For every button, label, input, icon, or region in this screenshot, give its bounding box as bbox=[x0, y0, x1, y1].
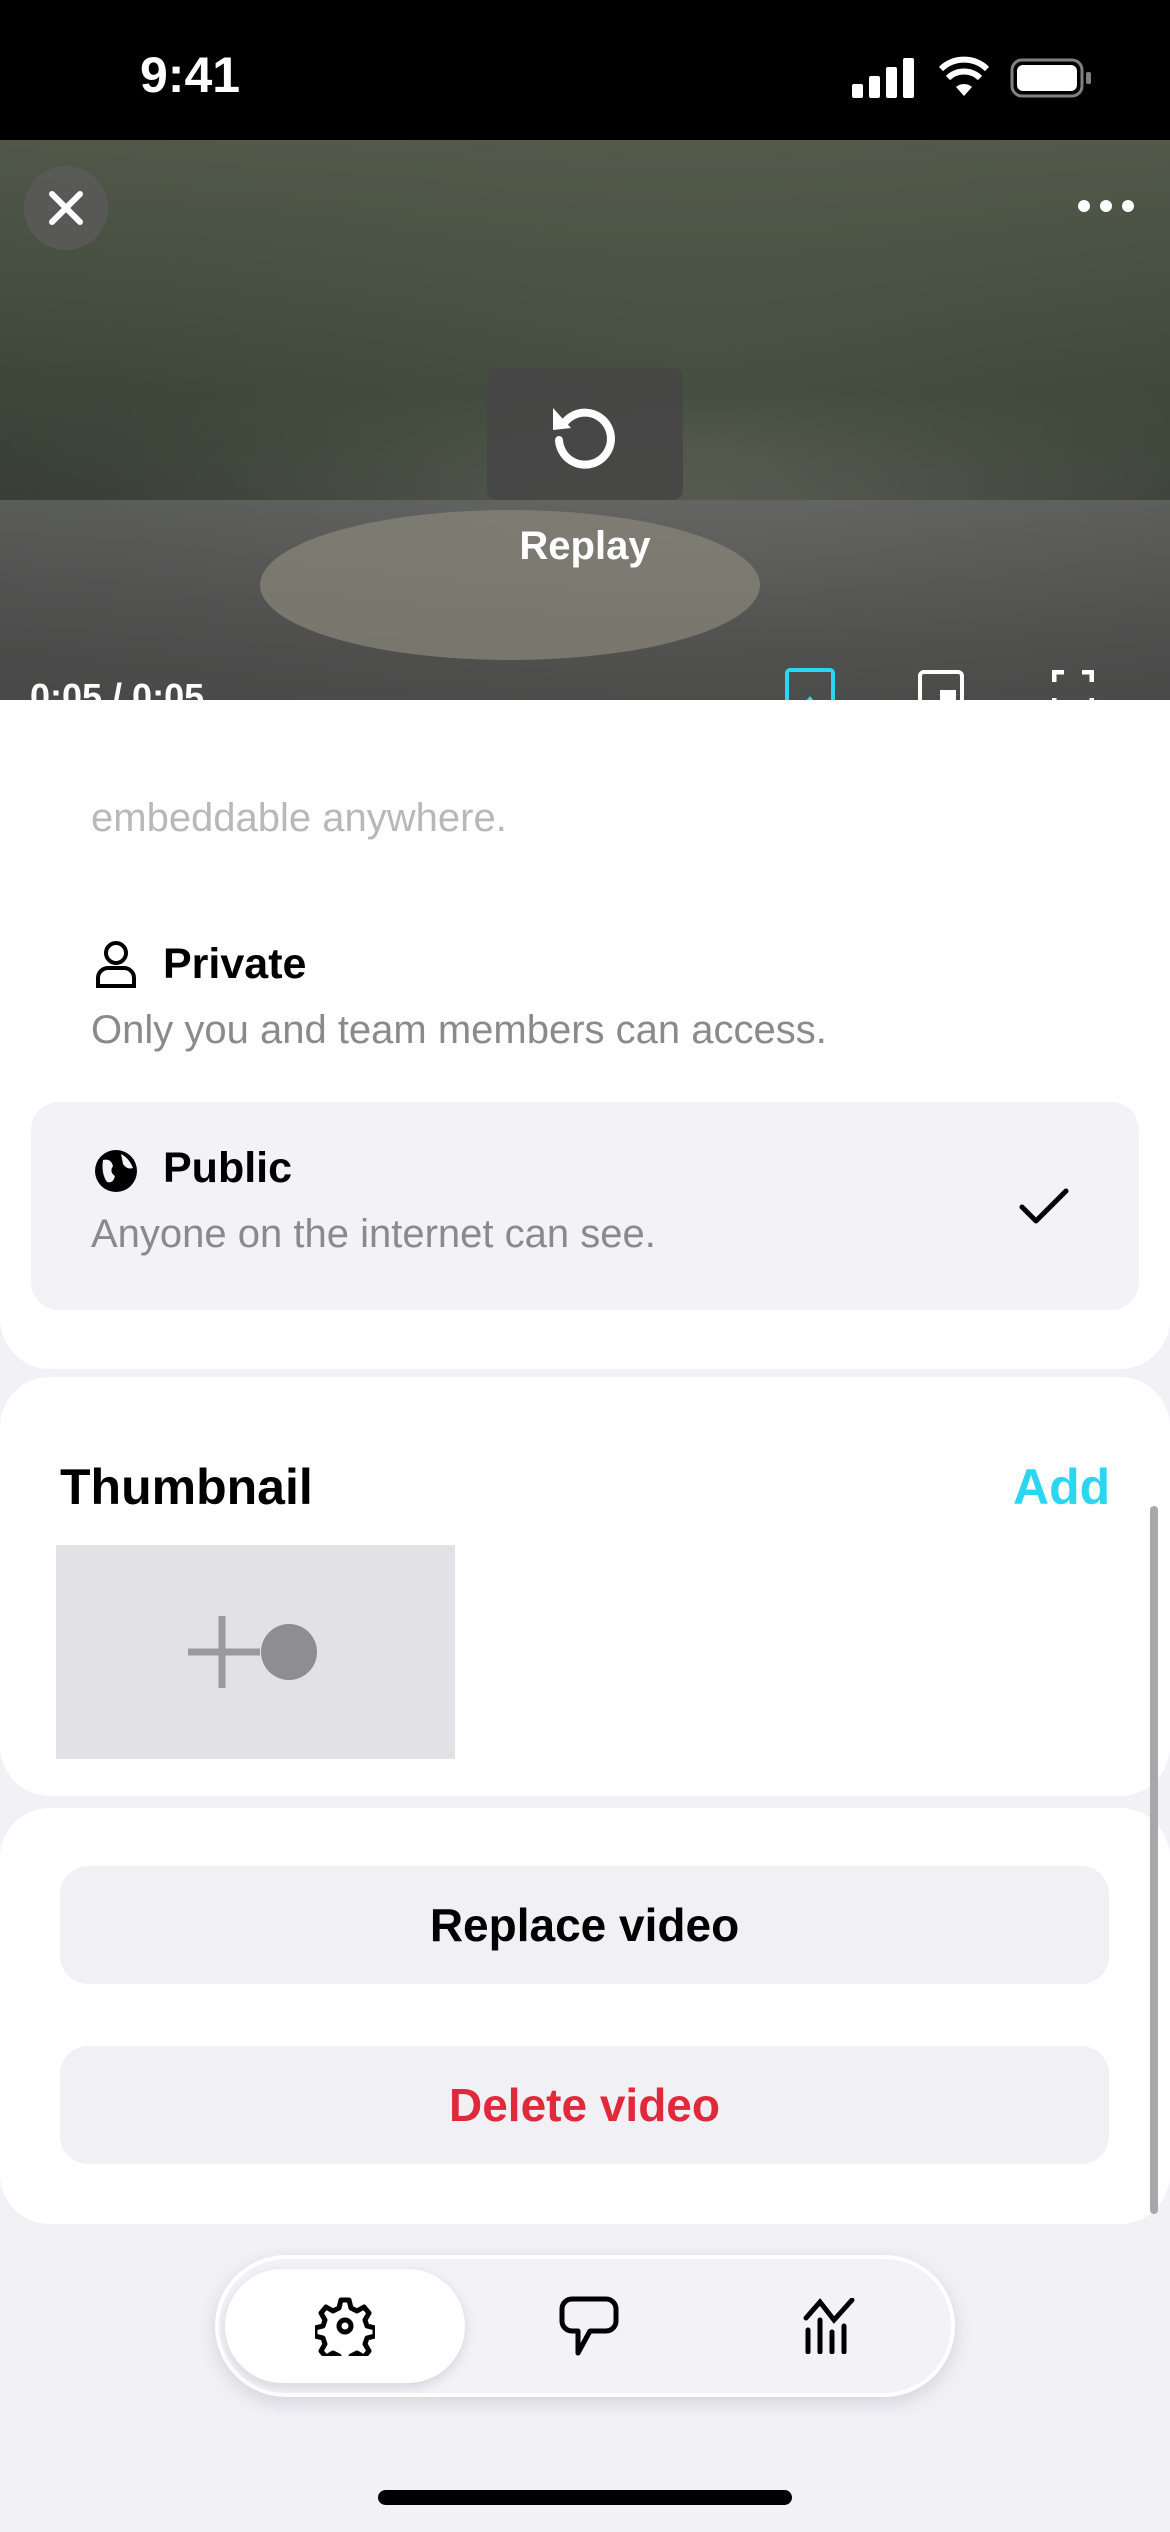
thumbnail-placeholder[interactable] bbox=[56, 1545, 455, 1759]
truncated-description: embeddable anywhere. bbox=[91, 796, 507, 840]
wifi-icon bbox=[938, 56, 990, 96]
replay-icon bbox=[553, 408, 615, 469]
gear-icon bbox=[315, 2297, 375, 2356]
tab-bar bbox=[215, 2255, 955, 2397]
close-button[interactable] bbox=[24, 166, 108, 250]
signal-icon bbox=[852, 58, 914, 98]
replace-video-button[interactable]: Replace video bbox=[60, 1866, 1109, 1984]
option-public[interactable]: Public Anyone on the internet can see. bbox=[31, 1102, 1139, 1310]
checkmark-icon bbox=[1019, 1188, 1069, 1224]
more-options-button[interactable] bbox=[1078, 200, 1134, 212]
option-title: Private bbox=[163, 940, 307, 988]
option-title: Public bbox=[163, 1144, 293, 1192]
add-thumbnail-button[interactable]: Add bbox=[1013, 1458, 1110, 1516]
home-indicator bbox=[378, 2490, 792, 2505]
option-private[interactable]: Private Only you and team members can ac… bbox=[31, 910, 1139, 1090]
status-time: 9:41 bbox=[140, 47, 241, 103]
tab-comments[interactable] bbox=[469, 2269, 709, 2383]
tab-analytics[interactable] bbox=[709, 2269, 949, 2383]
option-description: Only you and team members can access. bbox=[91, 1008, 827, 1052]
person-icon bbox=[96, 941, 136, 988]
option-description: Anyone on the internet can see. bbox=[91, 1212, 656, 1256]
status-bar: 9:41 bbox=[0, 0, 1170, 140]
add-image-icon bbox=[187, 1616, 317, 1688]
replay-button[interactable] bbox=[487, 368, 683, 500]
tab-settings[interactable] bbox=[225, 2269, 465, 2383]
chat-bubble-icon bbox=[559, 2296, 619, 2356]
battery-icon bbox=[1010, 58, 1091, 98]
globe-icon bbox=[95, 1150, 137, 1192]
delete-video-button[interactable]: Delete video bbox=[60, 2046, 1109, 2164]
more-icon bbox=[1078, 200, 1090, 212]
analytics-icon bbox=[803, 2298, 855, 2354]
scrollbar[interactable] bbox=[1150, 1506, 1158, 2214]
replay-label: Replay bbox=[519, 524, 651, 568]
close-icon bbox=[49, 191, 83, 225]
thumbnail-title: Thumbnail bbox=[60, 1459, 313, 1515]
